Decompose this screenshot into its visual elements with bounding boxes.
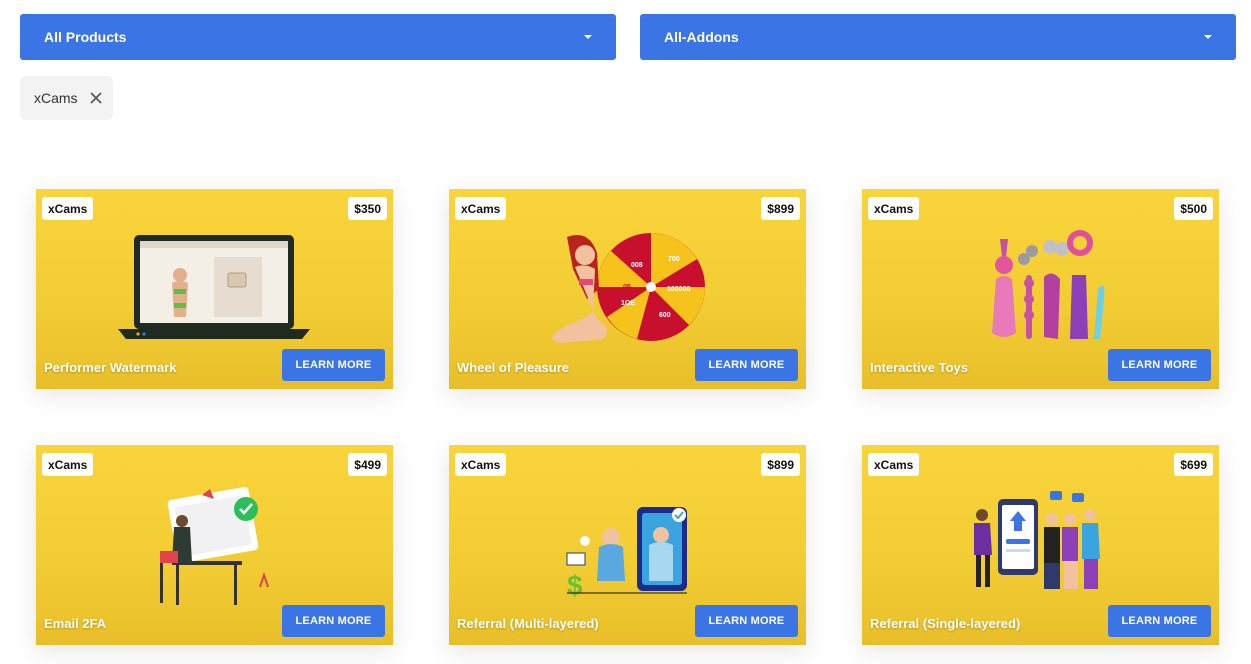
product-card: xCams $350 Performer Watermark LEARN MOR… [36,189,393,389]
wheel-label: 700 [668,256,680,263]
toys-illustration [992,230,1105,339]
product-tag: xCams [868,197,920,220]
filter-chip-label: xCams [34,90,78,106]
product-price: $499 [348,453,387,476]
product-card: xCams $499 Email 2FA LEARN MORE [36,445,393,645]
product-tag: xCams [42,197,94,220]
product-card: xCams $899 700 500 100000 600 1OE 05 008… [449,189,806,389]
product-tag: xCams [868,453,920,476]
all-products-dropdown[interactable]: All Products [20,14,616,60]
referral-single-illustration [974,491,1100,589]
all-products-label: All Products [44,29,127,45]
learn-more-button[interactable]: LEARN MORE [1108,605,1211,637]
email-2fa-illustration [160,487,269,605]
product-tag: xCams [455,197,507,220]
laptop-watermark-illustration [118,235,310,339]
prize-wheel-illustration: 700 500 100000 600 1OE 05 008 [552,233,705,343]
product-card: xCams $500 Interactive Toys LEARN MORE [862,189,1219,389]
product-title: Email 2FA [44,616,107,631]
product-title: Performer Watermark [44,360,177,375]
product-price: $899 [761,453,800,476]
learn-more-button[interactable]: LEARN MORE [1108,349,1211,381]
filter-chip-xcams: xCams [20,76,113,120]
product-title: Wheel of Pleasure [457,360,569,375]
wheel-label: 1OE [621,300,635,307]
chevron-down-icon [1204,35,1212,39]
referral-multi-illustration: $ [566,507,687,601]
product-tag: xCams [42,453,94,476]
product-price: $350 [348,197,387,220]
all-addons-dropdown[interactable]: All-Addons [640,14,1236,60]
wheel-label: 100000 [667,286,690,293]
chevron-down-icon [584,35,592,39]
all-addons-label: All-Addons [664,29,739,45]
svg-text:$: $ [567,570,583,601]
product-price: $500 [1174,197,1213,220]
product-card: xCams $899 $ Referral (Multi-layered) LE… [449,445,806,645]
learn-more-button[interactable]: LEARN MORE [695,605,798,637]
wheel-label: 600 [659,312,671,319]
wheel-label: 500 [679,272,691,279]
learn-more-button[interactable]: LEARN MORE [282,605,385,637]
learn-more-button[interactable]: LEARN MORE [282,349,385,381]
product-title: Referral (Single-layered) [870,616,1021,631]
product-price: $899 [761,197,800,220]
product-tag: xCams [455,453,507,476]
product-title: Referral (Multi-layered) [457,616,599,631]
learn-more-button[interactable]: LEARN MORE [695,349,798,381]
product-card: xCams $699 Referral (Single-layered) LEA… [862,445,1219,645]
close-icon[interactable] [89,91,103,105]
wheel-label: 008 [631,262,643,269]
product-price: $699 [1174,453,1213,476]
product-title: Interactive Toys [870,360,969,375]
wheel-label: 05 [623,284,631,291]
